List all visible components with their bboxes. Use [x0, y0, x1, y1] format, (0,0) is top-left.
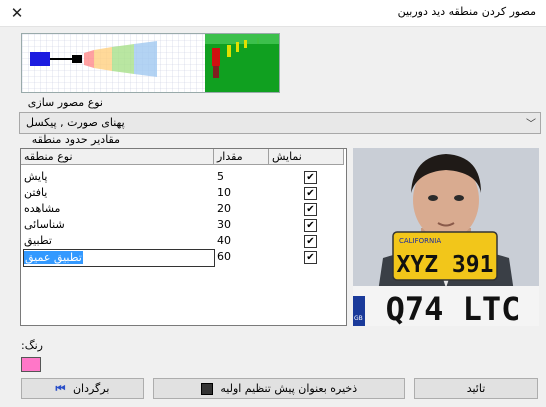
show-checkbox[interactable]: ✔ — [304, 187, 317, 200]
floppy-icon — [200, 383, 213, 395]
show-checkbox[interactable]: ✔ — [304, 251, 317, 264]
show-checkbox[interactable]: ✔ — [304, 219, 317, 232]
column-header-zone[interactable]: نوع منطقه — [21, 149, 214, 165]
row-name-selected[interactable]: تطبیق عمیق — [24, 251, 83, 264]
sample-illustration: CALIFORNIA XYZ 391 GB Q74 LTC — [353, 148, 539, 326]
visualization-value: پهنای صورت , پیکسل — [26, 116, 125, 129]
ok-button[interactable]: تائید — [414, 378, 538, 399]
color-label: :رنگ — [21, 339, 43, 352]
color-swatch[interactable] — [21, 357, 41, 372]
row-name[interactable]: مشاهده — [24, 201, 60, 217]
show-checkbox[interactable]: ✔ — [304, 235, 317, 248]
chevron-down-icon: ﹀ — [526, 119, 536, 130]
zone-diagram — [22, 34, 279, 92]
row-value[interactable]: 10 — [217, 185, 231, 201]
row-value[interactable]: 40 — [217, 233, 231, 249]
row-name-editor[interactable]: تطبیق عمیق — [23, 249, 215, 267]
save-default-label: ذخیره بعنوان پیش تنظیم اولیه — [220, 382, 358, 395]
column-header-value[interactable]: مقدار — [214, 149, 269, 165]
revert-label: برگردان — [72, 382, 110, 395]
plate-state: CALIFORNIA — [399, 237, 441, 245]
window-title: مصور کردن منطقه دید دوربین — [397, 5, 536, 18]
front-plate-number: Q74 LTC — [386, 290, 521, 326]
visualization-label: نوع مصور سازی — [27, 96, 103, 109]
row-value[interactable]: 20 — [217, 201, 231, 217]
plate-gb: GB — [354, 315, 363, 322]
thresholds-label: مقادیر حدود منطقه — [31, 133, 120, 146]
row-name[interactable]: تطبیق — [24, 233, 52, 249]
thresholds-table[interactable]: نوع منطقه مقدار نمایش پایش 5 ✔ یافتن 10 … — [20, 148, 347, 326]
title-bar: ✕ مصور کردن منطقه دید دوربین — [0, 0, 546, 27]
plate-number: XYZ 391 — [397, 252, 494, 278]
camera-icon — [30, 52, 50, 66]
column-header-show[interactable]: نمایش — [269, 149, 344, 165]
row-value[interactable]: 60 — [217, 249, 231, 265]
close-icon[interactable]: ✕ — [8, 4, 26, 22]
row-value[interactable]: 30 — [217, 217, 231, 233]
revert-icon: ⏮ — [55, 382, 66, 395]
show-checkbox[interactable]: ✔ — [304, 171, 317, 184]
show-checkbox[interactable]: ✔ — [304, 203, 317, 216]
row-name[interactable]: پایش — [24, 169, 48, 185]
row-value[interactable]: 5 — [217, 169, 224, 185]
ok-label: تائید — [466, 382, 486, 395]
save-default-button[interactable]: ذخیره بعنوان پیش تنظیم اولیه — [153, 378, 405, 399]
row-name[interactable]: یافتن — [24, 185, 47, 201]
camera-zone-preview — [21, 33, 280, 93]
dialog-window: ✕ مصور کردن منطقه دید دوربین نوع مصور سا… — [0, 0, 546, 407]
visualization-select[interactable]: پهنای صورت , پیکسل ﹀ — [19, 112, 541, 134]
row-name[interactable]: شناسائی — [24, 217, 65, 233]
sample-face-plate-image: CALIFORNIA XYZ 391 GB Q74 LTC — [353, 148, 539, 326]
revert-button[interactable]: برگردان ⏮ — [21, 378, 144, 399]
